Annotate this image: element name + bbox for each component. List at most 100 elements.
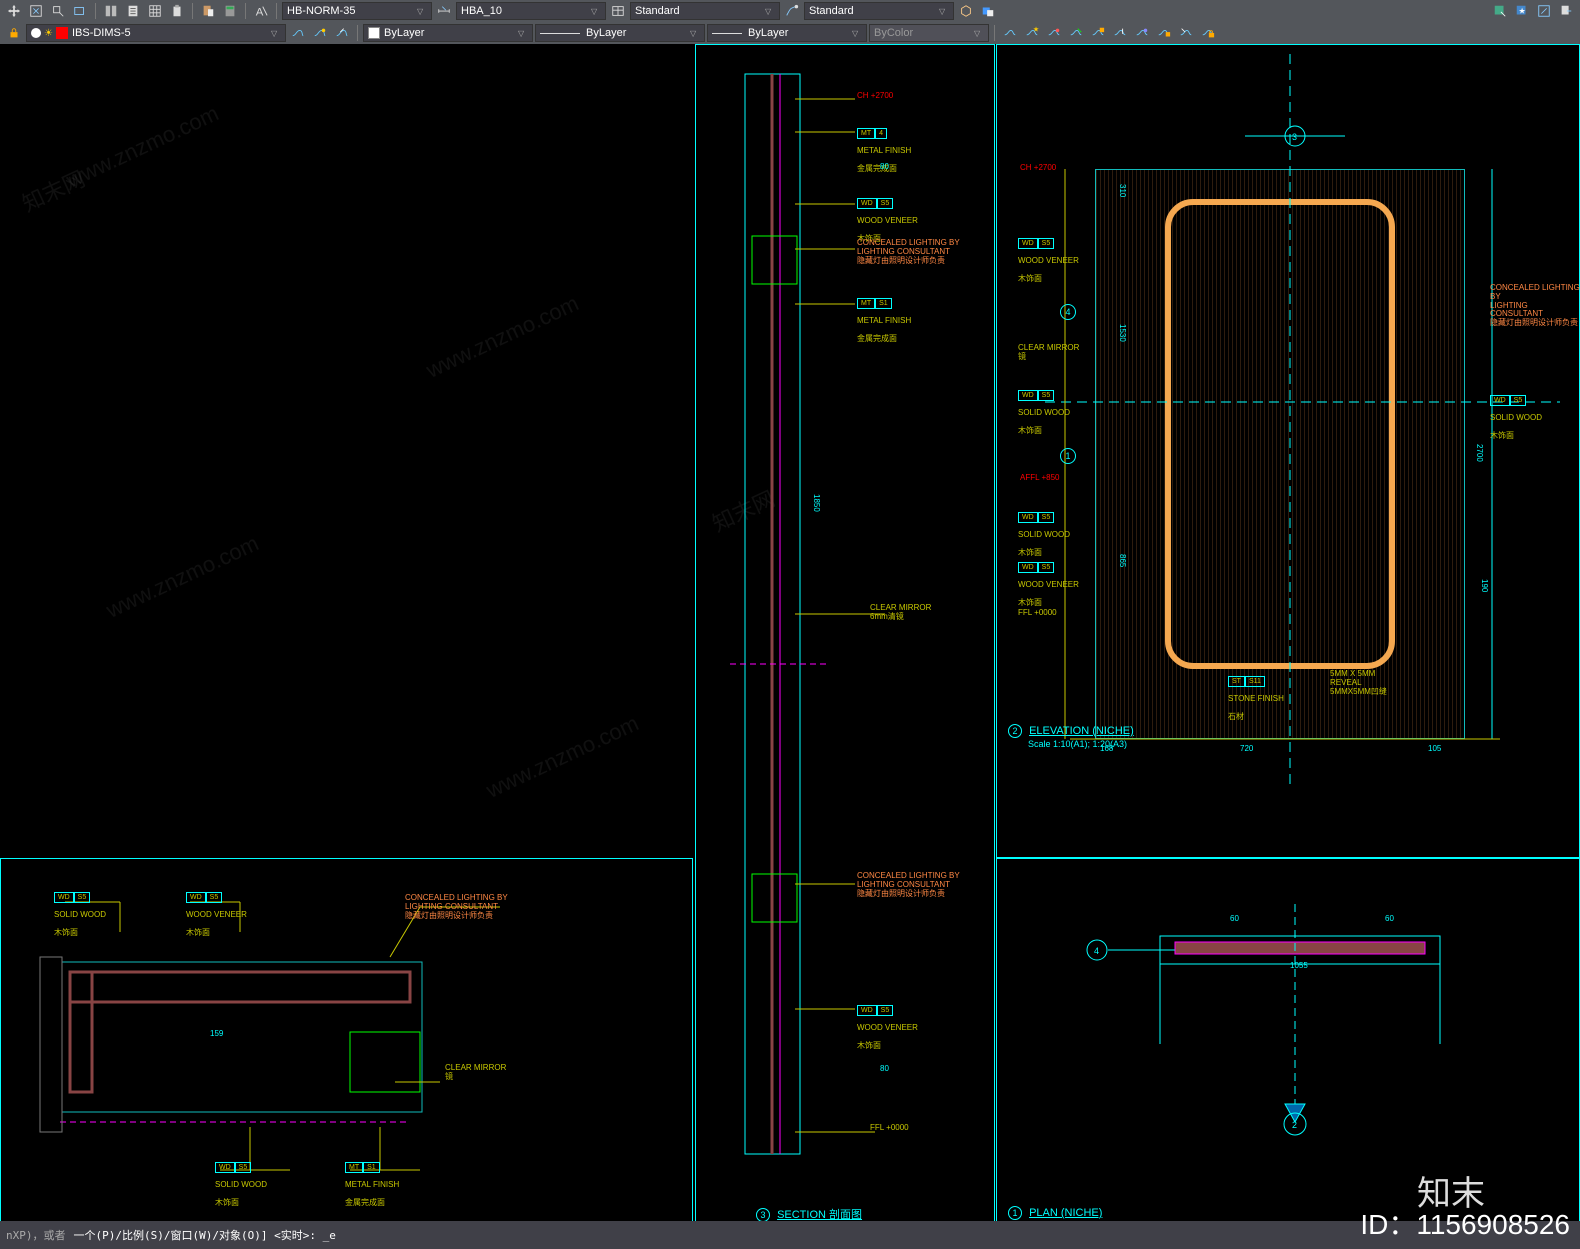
sec-ffl: FFL +0000 bbox=[870, 1124, 909, 1133]
table-icon[interactable] bbox=[145, 2, 165, 20]
chevron-down-icon: ▽ bbox=[852, 29, 862, 38]
watermark: www.znzmo.com bbox=[62, 100, 223, 193]
label-solid-wood: WDS5 SOLID WOOD木饰面 bbox=[1018, 384, 1070, 438]
chevron-down-icon: ▽ bbox=[417, 7, 427, 16]
wblock-icon[interactable] bbox=[1556, 2, 1576, 20]
textstyle-value: HB-NORM-35 bbox=[287, 5, 417, 17]
label-solid-wood-r: WDS5 SOLID WOOD木饰面 bbox=[1490, 389, 1542, 443]
title-elevation: 2 ELEVATION (NICHE) Scale 1:10(A1); 1:20… bbox=[1008, 724, 1134, 750]
plotstyle-value: ByColor bbox=[874, 27, 974, 39]
chevron-down-icon: ▽ bbox=[974, 29, 984, 38]
zoom-extents-icon[interactable] bbox=[26, 2, 46, 20]
dimstyle-dropdown[interactable]: HBA_10▽ bbox=[456, 2, 606, 20]
svg-text:3: 3 bbox=[1292, 132, 1297, 142]
zoom-window-icon[interactable] bbox=[48, 2, 68, 20]
watermark: www.znzmo.com bbox=[422, 290, 583, 383]
plotstyle-dropdown[interactable]: ByColor▽ bbox=[869, 24, 989, 42]
det-mirror: CLEAR MIRROR镜 bbox=[445, 1064, 506, 1082]
chevron-down-icon: ▽ bbox=[765, 7, 775, 16]
xref-icon[interactable] bbox=[978, 2, 998, 20]
text-icon[interactable]: A bbox=[251, 2, 271, 20]
label-reveal: 5MM X 5MMREVEAL5MMX5MM凹缝 bbox=[1330, 670, 1387, 696]
layer-color-swatch bbox=[56, 27, 68, 39]
command-line[interactable]: nXP)，或者 一个(P)/比例(S)/窗口(W)/对象(O)] <实时>: _… bbox=[0, 1221, 1580, 1249]
pan-icon[interactable] bbox=[4, 2, 24, 20]
dim-105: 105 bbox=[1428, 744, 1441, 753]
layer-states-icon[interactable] bbox=[288, 24, 308, 42]
layer-tool-8-icon[interactable] bbox=[1154, 24, 1174, 42]
watermark-cn: 知末网 bbox=[16, 162, 89, 219]
separator bbox=[994, 25, 995, 41]
layer-tool-2-icon[interactable]: ★ bbox=[1022, 24, 1042, 42]
layer-tool-7-icon[interactable] bbox=[1132, 24, 1152, 42]
textstyle-dropdown[interactable]: HB-NORM-35▽ bbox=[282, 2, 432, 20]
layer-tool-1-icon[interactable] bbox=[1000, 24, 1020, 42]
layer-tool-4-icon[interactable] bbox=[1066, 24, 1086, 42]
sec-dim-85: 80 bbox=[880, 162, 889, 171]
table-style-icon[interactable] bbox=[608, 2, 628, 20]
zoom-prev-icon[interactable] bbox=[70, 2, 90, 20]
dim-2700: 2700 bbox=[1475, 444, 1484, 462]
layer-prev-icon[interactable] bbox=[332, 24, 352, 42]
lineweight-dropdown[interactable]: ByLayer▽ bbox=[707, 24, 867, 42]
color-swatch bbox=[368, 27, 380, 39]
mleader-value: Standard bbox=[809, 5, 939, 17]
chevron-down-icon: ▽ bbox=[271, 29, 281, 38]
layer-tool-5-icon[interactable] bbox=[1088, 24, 1108, 42]
det-metal-b: MTS1 METAL FINISH金属完成面 bbox=[345, 1156, 399, 1210]
layer-tool-3-icon[interactable] bbox=[1044, 24, 1064, 42]
lineweight-value: ByLayer bbox=[748, 27, 852, 39]
color-dropdown[interactable]: ByLayer▽ bbox=[363, 24, 533, 42]
separator bbox=[245, 3, 246, 19]
layer-iso-icon[interactable] bbox=[310, 24, 330, 42]
sec-mirror: CLEAR MIRROR6mm清镜 bbox=[870, 604, 931, 622]
dim-310: 310 bbox=[1118, 184, 1127, 197]
drawing-canvas[interactable]: www.znzmo.com www.znzmo.com www.znzmo.co… bbox=[0, 44, 1580, 1221]
sec-dim-85b: 80 bbox=[880, 1064, 889, 1073]
layer-dropdown[interactable]: ☀ IBS-DIMS-5 ▽ bbox=[26, 24, 286, 42]
callout-bubble-4: 4 bbox=[1060, 302, 1076, 320]
tablestyle-value: Standard bbox=[635, 5, 765, 17]
toolbar-row-1: A HB-NORM-35▽ HBA_10▽ Standard▽ Standard… bbox=[0, 0, 1580, 22]
svg-text:A: A bbox=[256, 6, 264, 18]
label-solid-wood-2: WDS5 SOLID WOOD木饰面 bbox=[1018, 506, 1070, 560]
mleader-icon[interactable] bbox=[782, 2, 802, 20]
layer-tool-6-icon[interactable] bbox=[1110, 24, 1130, 42]
chevron-down-icon: ▽ bbox=[690, 29, 700, 38]
mleaderstyle-dropdown[interactable]: Standard▽ bbox=[804, 2, 954, 20]
properties-icon[interactable] bbox=[101, 2, 121, 20]
layer-on-icon bbox=[31, 28, 41, 38]
tablestyle-dropdown[interactable]: Standard▽ bbox=[630, 2, 780, 20]
color-value: ByLayer bbox=[384, 27, 518, 39]
sec-wood-2: WDS5 WOOD VENEER木饰面 bbox=[857, 999, 918, 1053]
linetype-value: ByLayer bbox=[586, 27, 690, 39]
chevron-down-icon: ▽ bbox=[591, 7, 601, 16]
sec-ch: CH +2700 bbox=[857, 92, 893, 101]
separator bbox=[192, 3, 193, 19]
det-wood-veneer: WDS5 WOOD VENEER木饰面 bbox=[186, 886, 247, 940]
edit-block-icon[interactable] bbox=[1534, 2, 1554, 20]
block-icon[interactable] bbox=[956, 2, 976, 20]
paste-icon[interactable] bbox=[198, 2, 218, 20]
create-block-icon[interactable]: ★ bbox=[1512, 2, 1532, 20]
svg-text:★: ★ bbox=[1033, 26, 1039, 33]
chevron-down-icon: ▽ bbox=[518, 29, 528, 38]
sec-metal-s1: MTS1 METAL FINISH金属完成面 bbox=[857, 292, 911, 346]
dim-icon[interactable] bbox=[434, 2, 454, 20]
layer-lock-icon[interactable] bbox=[4, 24, 24, 42]
linetype-dropdown[interactable]: ByLayer▽ bbox=[535, 24, 705, 42]
layer-tool-10-icon[interactable] bbox=[1198, 24, 1218, 42]
calc-icon[interactable] bbox=[220, 2, 240, 20]
dim-1055: 1055 bbox=[1290, 961, 1308, 970]
dim-720: 720 bbox=[1240, 744, 1253, 753]
insert-block-icon[interactable] bbox=[1490, 2, 1510, 20]
section-svg bbox=[700, 44, 990, 1224]
sheet-icon[interactable] bbox=[123, 2, 143, 20]
det-dim-159: 159 bbox=[210, 1029, 223, 1038]
det-concealed: CONCEALED LIGHTING BYLIGHTING CONSULTANT… bbox=[405, 894, 508, 920]
layer-tool-9-icon[interactable] bbox=[1176, 24, 1196, 42]
id-watermark: ID：1156908526 bbox=[1360, 1203, 1570, 1243]
separator bbox=[95, 3, 96, 19]
clipboard-icon[interactable] bbox=[167, 2, 187, 20]
linetype-preview bbox=[540, 33, 580, 34]
